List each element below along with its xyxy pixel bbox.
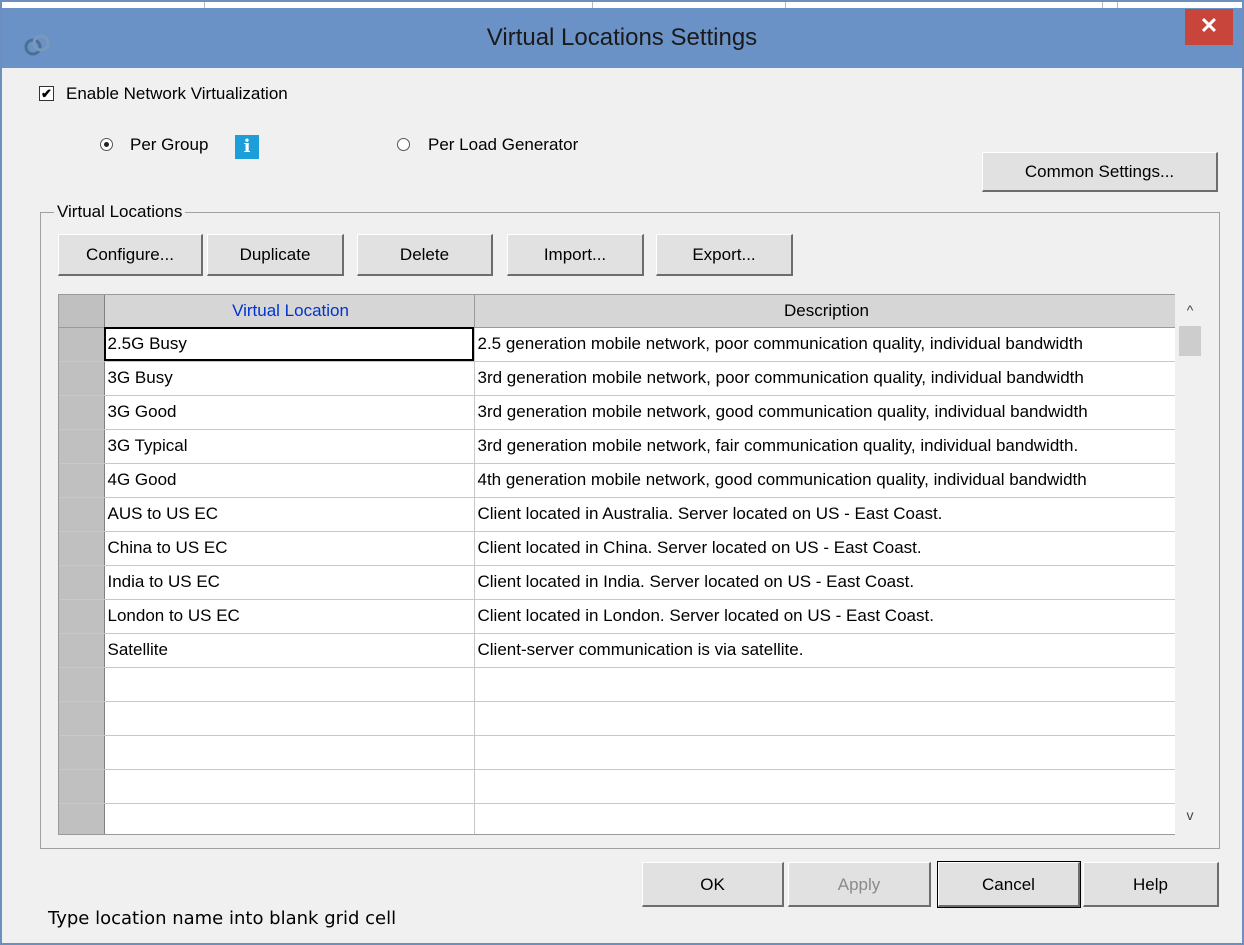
description-cell[interactable]: 3rd generation mobile network, fair comm… [474, 429, 1177, 464]
location-cell[interactable] [104, 735, 475, 770]
description-cell[interactable] [474, 769, 1177, 804]
row-header-cell[interactable] [59, 565, 105, 600]
checkmark-icon: ✔ [41, 86, 52, 101]
table-row[interactable]: 2.5G Busy 2.5 generation mobile network, … [59, 327, 1177, 362]
location-cell[interactable] [104, 803, 475, 834]
grid-body: 2.5G Busy 2.5 generation mobile network, … [59, 327, 1177, 834]
location-cell[interactable]: AUS to US EC [104, 497, 475, 532]
duplicate-button[interactable]: Duplicate [207, 234, 344, 276]
description-cell[interactable] [474, 803, 1177, 834]
location-cell[interactable]: 2.5G Busy [104, 327, 475, 362]
description-cell[interactable]: Client located in Australia. Server loca… [474, 497, 1177, 532]
table-row[interactable]: 3G Busy 3rd generation mobile network, po… [59, 361, 1177, 396]
scroll-down-icon[interactable]: v [1175, 807, 1205, 823]
per-load-generator-label: Per Load Generator [428, 135, 579, 154]
cancel-button[interactable]: Cancel [937, 861, 1081, 908]
row-header-cell[interactable] [59, 429, 105, 464]
close-icon: ✕ [1199, 13, 1219, 38]
info-icon[interactable]: i [235, 135, 259, 159]
description-cell[interactable] [474, 701, 1177, 736]
location-cell[interactable]: 4G Good [104, 463, 475, 498]
virtual-locations-group-label: Virtual Locations [54, 202, 186, 222]
location-cell[interactable] [104, 701, 475, 736]
window-title: Virtual Locations Settings [486, 24, 758, 51]
close-button[interactable]: ✕ [1185, 9, 1233, 45]
description-cell[interactable]: Client-server communication is via satel… [474, 633, 1177, 668]
description-cell[interactable] [474, 667, 1177, 702]
per-load-generator-radio[interactable] [397, 138, 410, 151]
per-group-radio[interactable] [100, 138, 113, 151]
location-cell[interactable]: London to US EC [104, 599, 475, 634]
description-cell[interactable]: 3rd generation mobile network, poor comm… [474, 361, 1177, 396]
enable-virtualization-checkbox[interactable]: ✔ [39, 86, 54, 101]
title-bar[interactable]: Virtual Locations Settings [2, 8, 1242, 68]
virtual-locations-table: Virtual Location Description 2.5G Busy 2.… [59, 295, 1177, 834]
row-header-cell[interactable] [59, 667, 105, 702]
description-cell[interactable]: Client located in China. Server located … [474, 531, 1177, 566]
row-header-cell[interactable] [59, 395, 105, 430]
location-cell[interactable] [104, 667, 475, 702]
table-row[interactable]: Satellite Client-server communication is … [59, 633, 1177, 668]
row-header-cell[interactable] [59, 769, 105, 804]
description-cell[interactable]: 3rd generation mobile network, good comm… [474, 395, 1177, 430]
apply-button[interactable]: Apply [788, 862, 931, 907]
row-header-cell[interactable] [59, 361, 105, 396]
export-button[interactable]: Export... [656, 234, 793, 276]
grid-corner-cell[interactable] [59, 295, 105, 328]
table-row[interactable]: AUS to US EC Client located in Australia.… [59, 497, 1177, 532]
grid-header-row: Virtual Location Description [59, 295, 1177, 328]
scrollbar-thumb[interactable] [1179, 326, 1201, 356]
row-header-cell[interactable] [59, 463, 105, 498]
blank-table-row[interactable] [59, 803, 1177, 834]
location-cell[interactable]: 3G Good [104, 395, 475, 430]
virtual-locations-grid[interactable]: Virtual Location Description 2.5G Busy 2.… [58, 294, 1205, 835]
scroll-up-icon[interactable]: ^ [1175, 302, 1205, 318]
blank-table-row[interactable] [59, 701, 1177, 736]
column-header-description[interactable]: Description [474, 295, 1177, 328]
description-cell[interactable] [474, 735, 1177, 770]
location-cell[interactable]: China to US EC [104, 531, 475, 566]
row-header-cell[interactable] [59, 497, 105, 532]
description-cell[interactable]: 2.5 generation mobile network, poor comm… [474, 327, 1177, 362]
column-header-virtual-location[interactable]: Virtual Location [104, 295, 475, 328]
table-row[interactable]: 3G Good 3rd generation mobile network, go… [59, 395, 1177, 430]
grid-vertical-scrollbar[interactable]: ^ v [1175, 294, 1205, 835]
radio-selected-dot [104, 142, 109, 147]
blank-table-row[interactable] [59, 769, 1177, 804]
description-cell[interactable]: 4th generation mobile network, good comm… [474, 463, 1177, 498]
table-row[interactable]: India to US EC Client located in India. S… [59, 565, 1177, 600]
description-cell[interactable]: Client located in London. Server located… [474, 599, 1177, 634]
row-header-cell[interactable] [59, 701, 105, 736]
help-button[interactable]: Help [1083, 862, 1219, 907]
description-cell[interactable]: Client located in India. Server located … [474, 565, 1177, 600]
table-row[interactable]: 4G Good 4th generation mobile network, go… [59, 463, 1177, 498]
table-row[interactable]: 3G Typical 3rd generation mobile network,… [59, 429, 1177, 464]
table-row[interactable]: London to US EC Client located in London.… [59, 599, 1177, 634]
configure-button[interactable]: Configure... [58, 234, 203, 276]
common-settings-button[interactable]: Common Settings... [982, 152, 1218, 192]
ok-button[interactable]: OK [642, 862, 784, 907]
per-group-label: Per Group [130, 135, 209, 154]
row-header-cell[interactable] [59, 599, 105, 634]
delete-button[interactable]: Delete [357, 234, 493, 276]
row-header-cell[interactable] [59, 803, 105, 834]
location-cell[interactable]: 3G Busy [104, 361, 475, 396]
status-text: Type location name into blank grid cell [48, 908, 397, 929]
location-cell[interactable]: India to US EC [104, 565, 475, 600]
row-header-cell[interactable] [59, 633, 105, 668]
import-button[interactable]: Import... [507, 234, 644, 276]
location-cell[interactable]: Satellite [104, 633, 475, 668]
blank-table-row[interactable] [59, 735, 1177, 770]
enable-virtualization-label: Enable Network Virtualization [66, 84, 288, 103]
row-header-cell[interactable] [59, 735, 105, 770]
table-row[interactable]: China to US EC Client located in China. S… [59, 531, 1177, 566]
location-cell[interactable]: 3G Typical [104, 429, 475, 464]
row-header-cell[interactable] [59, 327, 105, 362]
row-header-cell[interactable] [59, 531, 105, 566]
location-cell[interactable] [104, 769, 475, 804]
blank-table-row[interactable] [59, 667, 1177, 702]
